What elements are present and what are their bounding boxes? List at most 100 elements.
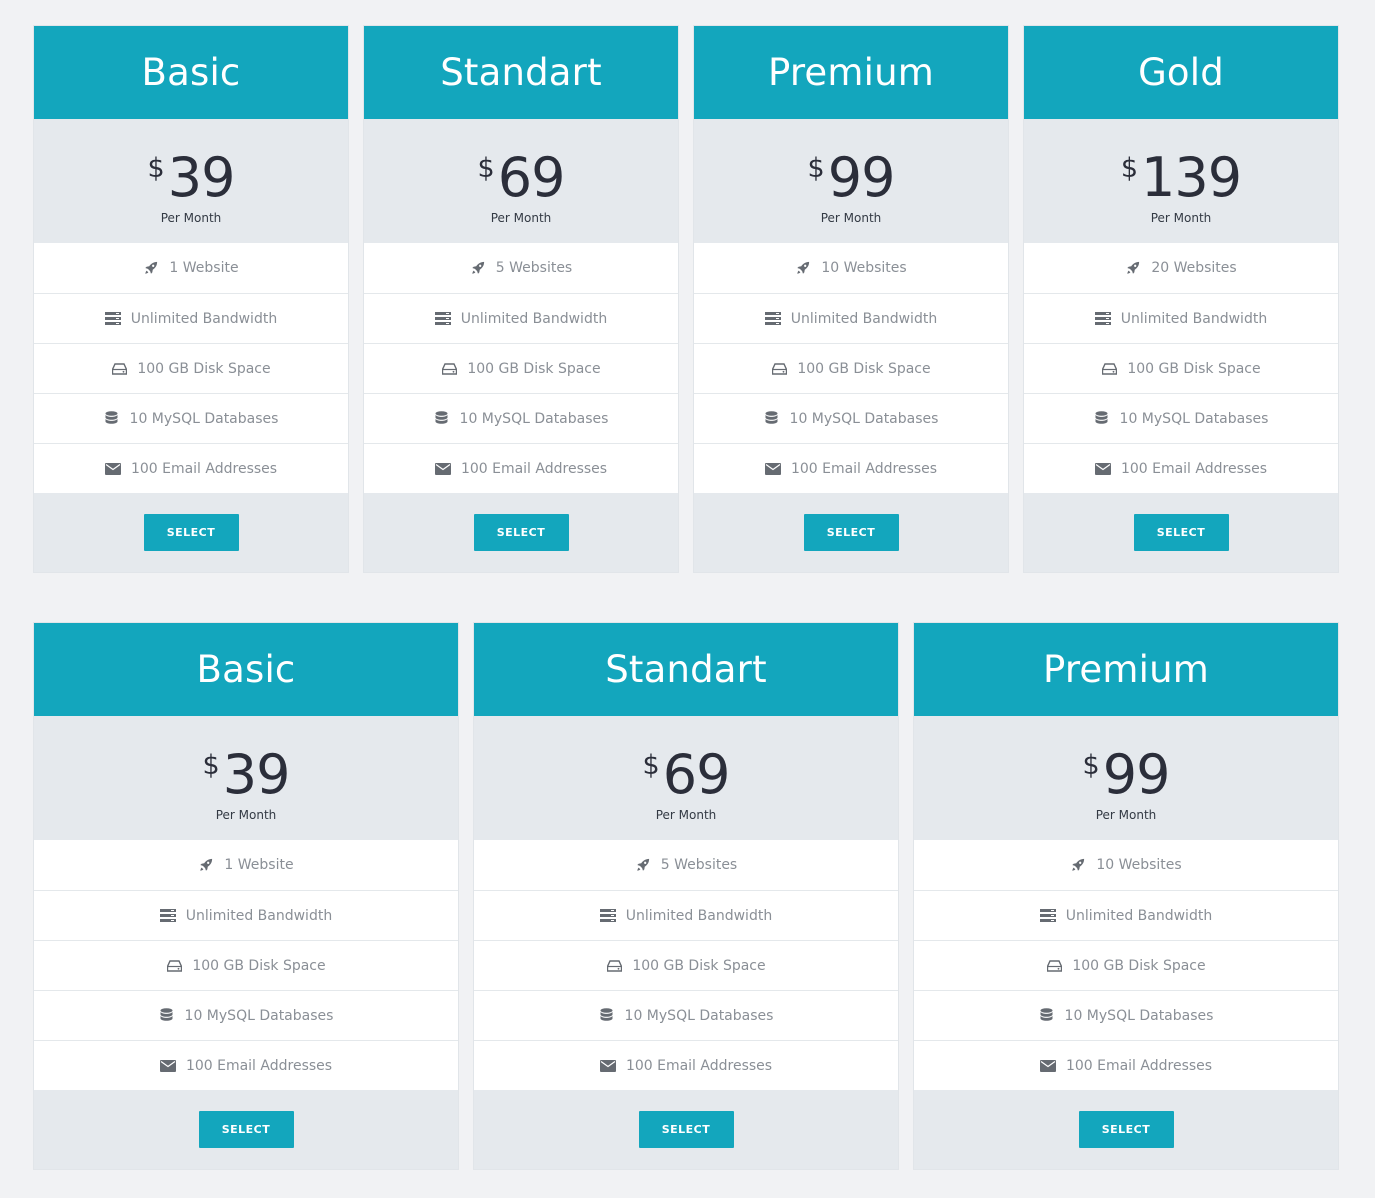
currency-symbol: $ <box>642 750 660 781</box>
feature-bandwidth: Unlimited Bandwidth <box>1024 293 1338 343</box>
rocket-icon <box>795 260 811 276</box>
envelope-icon <box>764 461 781 477</box>
select-button[interactable]: SELECT <box>473 514 569 551</box>
feature-label: 10 MySQL Databases <box>1119 410 1269 427</box>
feature-list: 5 Websites Unlimited Bandwidth 100 GB Di… <box>474 840 898 1090</box>
select-button[interactable]: SELECT <box>198 1111 294 1148</box>
currency-symbol: $ <box>1120 153 1139 184</box>
feature-websites: 1 Website <box>34 840 458 890</box>
envelope-icon <box>104 461 121 477</box>
server-icon <box>1094 311 1111 327</box>
price-period: Per Month <box>490 211 552 225</box>
feature-label: 100 GB Disk Space <box>1072 957 1206 974</box>
rocket-icon <box>1125 260 1141 276</box>
price-amount: 139 <box>1141 146 1242 209</box>
plan-name: Basic <box>141 51 241 94</box>
currency-symbol: $ <box>202 750 220 781</box>
feature-label: 10 MySQL Databases <box>184 1007 334 1024</box>
price-box: $ 39 Per Month <box>34 119 348 243</box>
server-icon <box>764 311 781 327</box>
database-icon <box>1094 411 1110 427</box>
pricing-card-standart: Standart $ 69 Per Month 5 Websites Unlim… <box>364 26 678 572</box>
price-amount: 99 <box>827 146 896 209</box>
server-icon <box>1039 908 1056 924</box>
price-box: $ 69 Per Month <box>474 716 898 840</box>
feature-label: 10 MySQL Databases <box>129 410 279 427</box>
feature-label: 10 Websites <box>821 260 907 276</box>
currency-symbol: $ <box>477 153 495 184</box>
feature-email: 100 Email Addresses <box>34 443 348 493</box>
select-button[interactable]: SELECT <box>638 1111 734 1148</box>
feature-disk-space: 100 GB Disk Space <box>364 343 678 393</box>
feature-disk-space: 100 GB Disk Space <box>474 940 898 990</box>
feature-email: 100 Email Addresses <box>474 1040 898 1090</box>
currency-symbol: $ <box>1082 750 1100 781</box>
database-icon <box>104 411 120 427</box>
price-box: $ 69 Per Month <box>364 119 678 243</box>
feature-label: Unlimited Bandwidth <box>1120 310 1268 327</box>
pricing-row-three-plans: Basic $ 39 Per Month 1 Website Unlimited… <box>34 623 1340 1169</box>
pricing-card-gold: Gold $ 139 Per Month 20 Websites Unlimit… <box>1024 26 1338 572</box>
rocket-icon <box>1070 857 1086 873</box>
rocket-icon <box>470 260 486 276</box>
price-period: Per Month <box>1150 211 1212 225</box>
card-header: Standart <box>364 26 678 119</box>
feature-list: 1 Website Unlimited Bandwidth 100 GB Dis… <box>34 840 458 1090</box>
rocket-icon <box>143 260 159 276</box>
card-footer: SELECT <box>694 493 1008 572</box>
feature-label: 100 Email Addresses <box>1120 460 1268 477</box>
feature-databases: 10 MySQL Databases <box>34 393 348 443</box>
feature-label: 10 Websites <box>1096 857 1182 873</box>
feature-label: 5 Websites <box>660 857 738 873</box>
feature-email: 100 Email Addresses <box>1024 443 1338 493</box>
feature-websites: 10 Websites <box>694 243 1008 293</box>
price: $ 99 <box>694 147 1008 209</box>
feature-disk-space: 100 GB Disk Space <box>34 940 458 990</box>
card-footer: SELECT <box>1024 493 1338 572</box>
price-amount: 39 <box>222 743 291 806</box>
feature-bandwidth: Unlimited Bandwidth <box>474 890 898 940</box>
feature-list: 10 Websites Unlimited Bandwidth 100 GB D… <box>694 243 1008 493</box>
rocket-icon <box>198 857 214 873</box>
feature-label: 100 Email Addresses <box>130 460 278 477</box>
price: $ 39 <box>34 744 458 806</box>
plan-name: Premium <box>767 51 935 94</box>
feature-label: 100 GB Disk Space <box>137 360 271 377</box>
feature-bandwidth: Unlimited Bandwidth <box>34 890 458 940</box>
select-button[interactable]: SELECT <box>143 514 239 551</box>
feature-label: 100 GB Disk Space <box>192 957 326 974</box>
select-button[interactable]: SELECT <box>803 514 899 551</box>
plan-name: Basic <box>196 648 296 691</box>
feature-bandwidth: Unlimited Bandwidth <box>694 293 1008 343</box>
pricing-card-basic: Basic $ 39 Per Month 1 Website Unlimited… <box>34 623 458 1169</box>
plan-name: Premium <box>1042 648 1210 691</box>
price: $ 69 <box>364 147 678 209</box>
feature-label: Unlimited Bandwidth <box>185 907 333 924</box>
feature-label: 100 Email Addresses <box>185 1057 333 1074</box>
feature-label: Unlimited Bandwidth <box>460 310 608 327</box>
feature-label: 100 GB Disk Space <box>632 957 766 974</box>
price: $ 69 <box>474 744 898 806</box>
rocket-icon <box>635 857 651 873</box>
feature-label: 10 MySQL Databases <box>624 1007 774 1024</box>
hdd-icon <box>1046 958 1062 974</box>
feature-disk-space: 100 GB Disk Space <box>34 343 348 393</box>
database-icon <box>1039 1008 1055 1024</box>
feature-databases: 10 MySQL Databases <box>1024 393 1338 443</box>
select-button[interactable]: SELECT <box>1133 514 1229 551</box>
feature-list: 1 Website Unlimited Bandwidth 100 GB Dis… <box>34 243 348 493</box>
server-icon <box>434 311 451 327</box>
feature-websites: 5 Websites <box>474 840 898 890</box>
feature-disk-space: 100 GB Disk Space <box>1024 343 1338 393</box>
envelope-icon <box>1094 461 1111 477</box>
feature-databases: 10 MySQL Databases <box>914 990 1338 1040</box>
feature-list: 10 Websites Unlimited Bandwidth 100 GB D… <box>914 840 1338 1090</box>
pricing-card-basic: Basic $ 39 Per Month 1 Website Unlimited… <box>34 26 348 572</box>
server-icon <box>159 908 176 924</box>
feature-label: 100 GB Disk Space <box>467 360 601 377</box>
select-button[interactable]: SELECT <box>1078 1111 1174 1148</box>
plan-name: Gold <box>1138 51 1224 94</box>
server-icon <box>104 311 121 327</box>
feature-email: 100 Email Addresses <box>34 1040 458 1090</box>
feature-label: 20 Websites <box>1151 260 1237 276</box>
